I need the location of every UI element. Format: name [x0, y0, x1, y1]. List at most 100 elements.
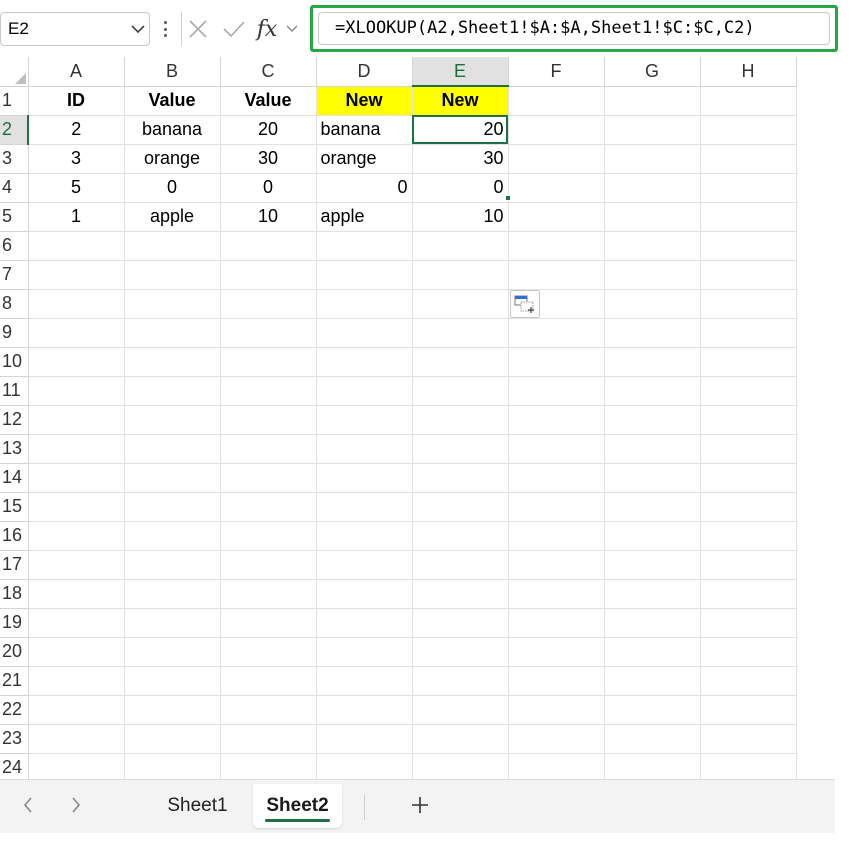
cell-d8[interactable] — [316, 289, 413, 319]
cell-c6[interactable] — [220, 231, 317, 261]
cell-h12[interactable] — [700, 405, 797, 435]
row-header-4[interactable]: 4 — [0, 173, 29, 203]
row-header-1[interactable]: 1 — [0, 86, 29, 116]
cell-c3[interactable]: 30 — [220, 144, 317, 174]
cell-b24[interactable] — [124, 753, 221, 779]
cell-c11[interactable] — [220, 376, 317, 406]
cell-a12[interactable] — [28, 405, 125, 435]
row-header-23[interactable]: 23 — [0, 724, 29, 754]
cell-f24[interactable] — [508, 753, 605, 779]
cell-h13[interactable] — [700, 434, 797, 464]
cell-f2[interactable] — [508, 115, 605, 145]
cell-b4[interactable]: 0 — [124, 173, 221, 203]
cell-e1[interactable]: New — [412, 86, 509, 116]
cell-f17[interactable] — [508, 550, 605, 580]
cell-g2[interactable] — [604, 115, 701, 145]
cell-g11[interactable] — [604, 376, 701, 406]
cell-h6[interactable] — [700, 231, 797, 261]
cell-d23[interactable] — [316, 724, 413, 754]
cell-h2[interactable] — [700, 115, 797, 145]
cell-e22[interactable] — [412, 695, 509, 725]
cell-g10[interactable] — [604, 347, 701, 377]
cell-e10[interactable] — [412, 347, 509, 377]
cell-d17[interactable] — [316, 550, 413, 580]
cell-c15[interactable] — [220, 492, 317, 522]
cell-f13[interactable] — [508, 434, 605, 464]
row-header-20[interactable]: 20 — [0, 637, 29, 667]
cell-f18[interactable] — [508, 579, 605, 609]
cell-b8[interactable] — [124, 289, 221, 319]
cell-f16[interactable] — [508, 521, 605, 551]
cell-e23[interactable] — [412, 724, 509, 754]
cell-d21[interactable] — [316, 666, 413, 696]
cell-b11[interactable] — [124, 376, 221, 406]
cell-g19[interactable] — [604, 608, 701, 638]
cell-e14[interactable] — [412, 463, 509, 493]
cell-f4[interactable] — [508, 173, 605, 203]
column-header-b[interactable]: B — [124, 57, 221, 87]
chevron-down-icon[interactable] — [127, 24, 149, 34]
cell-g6[interactable] — [604, 231, 701, 261]
row-header-8[interactable]: 8 — [0, 289, 29, 319]
cell-c9[interactable] — [220, 318, 317, 348]
cell-a10[interactable] — [28, 347, 125, 377]
row-header-21[interactable]: 21 — [0, 666, 29, 696]
cell-a11[interactable] — [28, 376, 125, 406]
cell-b22[interactable] — [124, 695, 221, 725]
cell-d4[interactable]: 0 — [316, 173, 413, 203]
cell-b15[interactable] — [124, 492, 221, 522]
cell-b14[interactable] — [124, 463, 221, 493]
tab-sheet1[interactable]: Sheet1 — [150, 784, 245, 828]
cell-d3[interactable]: orange — [316, 144, 413, 174]
row-header-9[interactable]: 9 — [0, 318, 29, 348]
cell-c5[interactable]: 10 — [220, 202, 317, 232]
cell-a7[interactable] — [28, 260, 125, 290]
cell-c23[interactable] — [220, 724, 317, 754]
cell-h16[interactable] — [700, 521, 797, 551]
cell-d10[interactable] — [316, 347, 413, 377]
cell-b9[interactable] — [124, 318, 221, 348]
cell-b7[interactable] — [124, 260, 221, 290]
cell-h24[interactable] — [700, 753, 797, 779]
row-header-2[interactable]: 2 — [0, 115, 29, 145]
cell-d18[interactable] — [316, 579, 413, 609]
cell-e3[interactable]: 30 — [412, 144, 509, 174]
cell-f14[interactable] — [508, 463, 605, 493]
cell-g18[interactable] — [604, 579, 701, 609]
cell-d15[interactable] — [316, 492, 413, 522]
cell-c24[interactable] — [220, 753, 317, 779]
cell-e5[interactable]: 10 — [412, 202, 509, 232]
cell-g9[interactable] — [604, 318, 701, 348]
cell-b19[interactable] — [124, 608, 221, 638]
row-header-19[interactable]: 19 — [0, 608, 29, 638]
insert-function-button[interactable]: fx — [252, 17, 282, 42]
cell-g17[interactable] — [604, 550, 701, 580]
cell-e20[interactable] — [412, 637, 509, 667]
cell-h14[interactable] — [700, 463, 797, 493]
formula-input[interactable]: =XLOOKUP(A2,Sheet1!$A:$A,Sheet1!$C:$C,C2… — [318, 12, 830, 45]
cell-c4[interactable]: 0 — [220, 173, 317, 203]
cell-a6[interactable] — [28, 231, 125, 261]
cell-g4[interactable] — [604, 173, 701, 203]
cell-e16[interactable] — [412, 521, 509, 551]
cell-e15[interactable] — [412, 492, 509, 522]
cell-f23[interactable] — [508, 724, 605, 754]
row-header-24[interactable]: 24 — [0, 753, 29, 779]
cell-e6[interactable] — [412, 231, 509, 261]
select-all-corner[interactable] — [0, 57, 29, 87]
cell-c2[interactable]: 20 — [220, 115, 317, 145]
cell-b23[interactable] — [124, 724, 221, 754]
row-header-12[interactable]: 12 — [0, 405, 29, 435]
cell-b17[interactable] — [124, 550, 221, 580]
row-header-5[interactable]: 5 — [0, 202, 29, 232]
cell-b1[interactable]: Value — [124, 86, 221, 116]
cell-h10[interactable] — [700, 347, 797, 377]
cell-c8[interactable] — [220, 289, 317, 319]
cell-f6[interactable] — [508, 231, 605, 261]
cell-g7[interactable] — [604, 260, 701, 290]
cell-a8[interactable] — [28, 289, 125, 319]
fill-handle[interactable] — [505, 195, 511, 201]
row-header-17[interactable]: 17 — [0, 550, 29, 580]
cell-g20[interactable] — [604, 637, 701, 667]
cell-b2[interactable]: banana — [124, 115, 221, 145]
